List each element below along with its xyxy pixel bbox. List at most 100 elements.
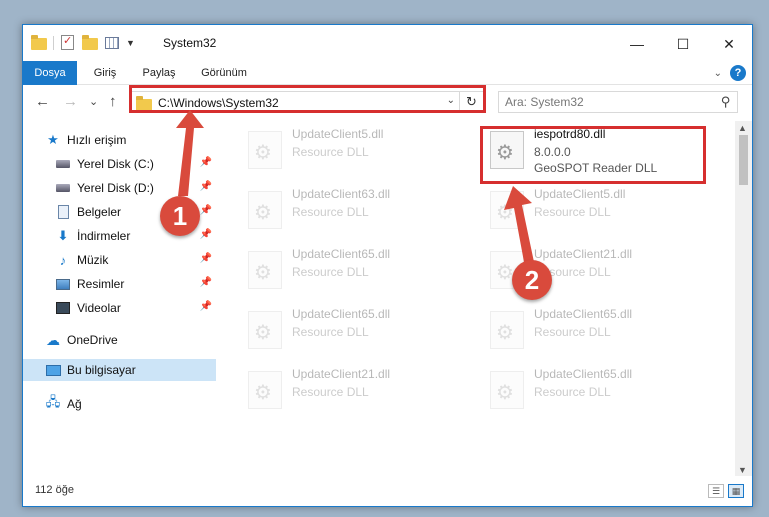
minimize-button[interactable]: — bbox=[614, 25, 660, 63]
back-button[interactable]: ← bbox=[35, 93, 50, 110]
pin-icon: 📌 bbox=[199, 253, 212, 264]
expand-ribbon-chevron-icon[interactable]: ⌄ bbox=[714, 68, 722, 79]
file-type: Resource DLL bbox=[534, 385, 611, 399]
star-icon: ★ bbox=[47, 132, 59, 147]
search-box[interactable]: ⚲ bbox=[498, 91, 738, 113]
file-name: UpdateClient65.dll bbox=[534, 367, 633, 381]
close-button[interactable]: ✕ bbox=[706, 25, 752, 63]
dll-file-icon bbox=[248, 371, 282, 409]
window-controls: — ☐ ✕ bbox=[614, 25, 752, 63]
file-type: Resource DLL bbox=[292, 205, 369, 219]
sidebar-item-music[interactable]: ♪ Müzik 📌 bbox=[23, 249, 216, 271]
sidebar-item-onedrive[interactable]: ☁ OneDrive bbox=[23, 329, 216, 351]
file-type: Resource DLL bbox=[292, 325, 369, 339]
videos-icon bbox=[55, 300, 71, 316]
file-name: UpdateClient65.dll bbox=[292, 247, 391, 261]
pin-icon: 📌 bbox=[199, 205, 212, 216]
scroll-down-arrow-icon[interactable]: ▼ bbox=[738, 465, 747, 475]
tab-view[interactable]: Görünüm bbox=[193, 61, 255, 85]
file-name: UpdateClient21.dll bbox=[534, 247, 633, 261]
sidebar-item-network[interactable]: 🖧 Ağ bbox=[23, 393, 216, 415]
sidebar-item-label: Hızlı erişim bbox=[67, 133, 127, 147]
sidebar-item-videos[interactable]: Videolar 📌 bbox=[23, 297, 216, 319]
file-item[interactable]: UpdateClient5.dll Resource DLL bbox=[240, 125, 440, 175]
up-button[interactable]: ↑ bbox=[109, 93, 117, 110]
details-view-icon[interactable]: ☰ bbox=[708, 484, 724, 498]
window-title: System32 bbox=[163, 36, 217, 50]
dll-file-icon bbox=[248, 311, 282, 349]
pin-icon: 📌 bbox=[199, 181, 212, 192]
sidebar-item-quick-access[interactable]: ★ Hızlı erişim bbox=[23, 129, 216, 151]
step-1-badge: 1 bbox=[160, 196, 200, 236]
customize-toolbar-chevron-icon[interactable]: ▼ bbox=[126, 38, 135, 48]
sidebar-item-label: Videolar bbox=[77, 301, 121, 315]
computer-icon bbox=[45, 362, 61, 378]
address-bar-highlight bbox=[129, 85, 486, 113]
title-bar: ▼ System32 — ☐ ✕ bbox=[23, 25, 752, 63]
maximize-button[interactable]: ☐ bbox=[660, 25, 706, 63]
tab-file[interactable]: Dosya bbox=[23, 61, 77, 85]
file-item[interactable]: UpdateClient65.dll Resource DLL bbox=[240, 305, 440, 355]
file-item[interactable]: UpdateClient21.dll Resource DLL bbox=[482, 245, 682, 295]
file-name: UpdateClient65.dll bbox=[534, 307, 633, 321]
cloud-icon: ☁ bbox=[46, 331, 60, 348]
forward-button[interactable]: → bbox=[63, 93, 78, 110]
view-options-icon[interactable] bbox=[104, 35, 120, 51]
dll-file-icon bbox=[490, 371, 524, 409]
file-highlight bbox=[480, 126, 706, 184]
tab-home[interactable]: Giriş bbox=[85, 61, 125, 85]
scroll-up-arrow-icon[interactable]: ▲ bbox=[738, 123, 747, 133]
recent-locations-button[interactable]: ⌄ bbox=[89, 95, 98, 108]
sidebar-item-label: Müzik bbox=[77, 253, 109, 267]
pin-icon: 📌 bbox=[199, 157, 212, 168]
file-item[interactable]: UpdateClient21.dll Resource DLL bbox=[240, 365, 440, 415]
sidebar-item-label: Yerel Disk (C:) bbox=[77, 157, 154, 171]
network-icon: 🖧 bbox=[45, 394, 61, 409]
sidebar-item-label: Belgeler bbox=[77, 205, 122, 219]
pin-icon: 📌 bbox=[199, 277, 212, 288]
file-item[interactable]: UpdateClient65.dll Resource DLL bbox=[482, 305, 682, 355]
file-item[interactable]: UpdateClient65.dll Resource DLL bbox=[482, 365, 682, 415]
file-item[interactable]: UpdateClient65.dll Resource DLL bbox=[240, 245, 440, 295]
sidebar-item-local-disk-c[interactable]: Yerel Disk (C:) 📌 bbox=[23, 153, 216, 175]
step-2-badge: 2 bbox=[512, 260, 552, 300]
large-icons-view-icon[interactable]: ▦ bbox=[728, 484, 744, 498]
documents-icon bbox=[55, 204, 71, 220]
disk-icon bbox=[55, 156, 71, 172]
sidebar-item-label: Bu bilgisayar bbox=[67, 363, 136, 377]
sidebar-item-this-pc[interactable]: Bu bilgisayar bbox=[23, 359, 216, 381]
file-item[interactable]: UpdateClient63.dll Resource DLL bbox=[240, 185, 440, 235]
sidebar-item-pictures[interactable]: Resimler 📌 bbox=[23, 273, 216, 295]
sidebar-item-label: Resimler bbox=[77, 277, 125, 291]
file-item[interactable]: UpdateClient5.dll Resource DLL bbox=[482, 185, 682, 235]
folder-icon bbox=[31, 35, 47, 51]
help-icon[interactable]: ? bbox=[730, 65, 746, 81]
search-input[interactable] bbox=[505, 95, 705, 109]
navigation-pane: ★ Hızlı erişim Yerel Disk (C:) 📌 Yerel D… bbox=[23, 121, 216, 477]
dll-file-icon bbox=[248, 251, 282, 289]
sidebar-item-local-disk-d[interactable]: Yerel Disk (D:) 📌 bbox=[23, 177, 216, 199]
dll-file-icon bbox=[490, 191, 524, 229]
explorer-window: ▼ System32 — ☐ ✕ Dosya Giriş Paylaş Görü… bbox=[22, 24, 753, 507]
dll-file-icon bbox=[248, 191, 282, 229]
new-folder-icon[interactable] bbox=[82, 35, 98, 51]
properties-icon[interactable] bbox=[60, 34, 76, 51]
file-name: UpdateClient65.dll bbox=[292, 307, 391, 321]
tab-share[interactable]: Paylaş bbox=[135, 61, 183, 85]
file-type: Resource DLL bbox=[292, 145, 369, 159]
pin-icon: 📌 bbox=[199, 229, 212, 240]
status-bar: 112 öğe ☰ ▦ bbox=[23, 476, 752, 506]
dll-file-icon bbox=[490, 311, 524, 349]
item-count: 112 öğe bbox=[35, 484, 74, 496]
vertical-scrollbar[interactable]: ▲ ▼ bbox=[735, 121, 752, 477]
file-name: UpdateClient5.dll bbox=[292, 127, 384, 141]
scrollbar-thumb[interactable] bbox=[739, 135, 748, 185]
file-type: Resource DLL bbox=[534, 205, 611, 219]
disk-icon bbox=[55, 180, 71, 196]
file-type: Resource DLL bbox=[292, 385, 369, 399]
file-name: UpdateClient63.dll bbox=[292, 187, 391, 201]
toolbar-separator bbox=[53, 36, 54, 50]
pin-icon: 📌 bbox=[199, 301, 212, 312]
download-icon: ⬇ bbox=[57, 228, 69, 243]
search-icon[interactable]: ⚲ bbox=[721, 94, 731, 110]
